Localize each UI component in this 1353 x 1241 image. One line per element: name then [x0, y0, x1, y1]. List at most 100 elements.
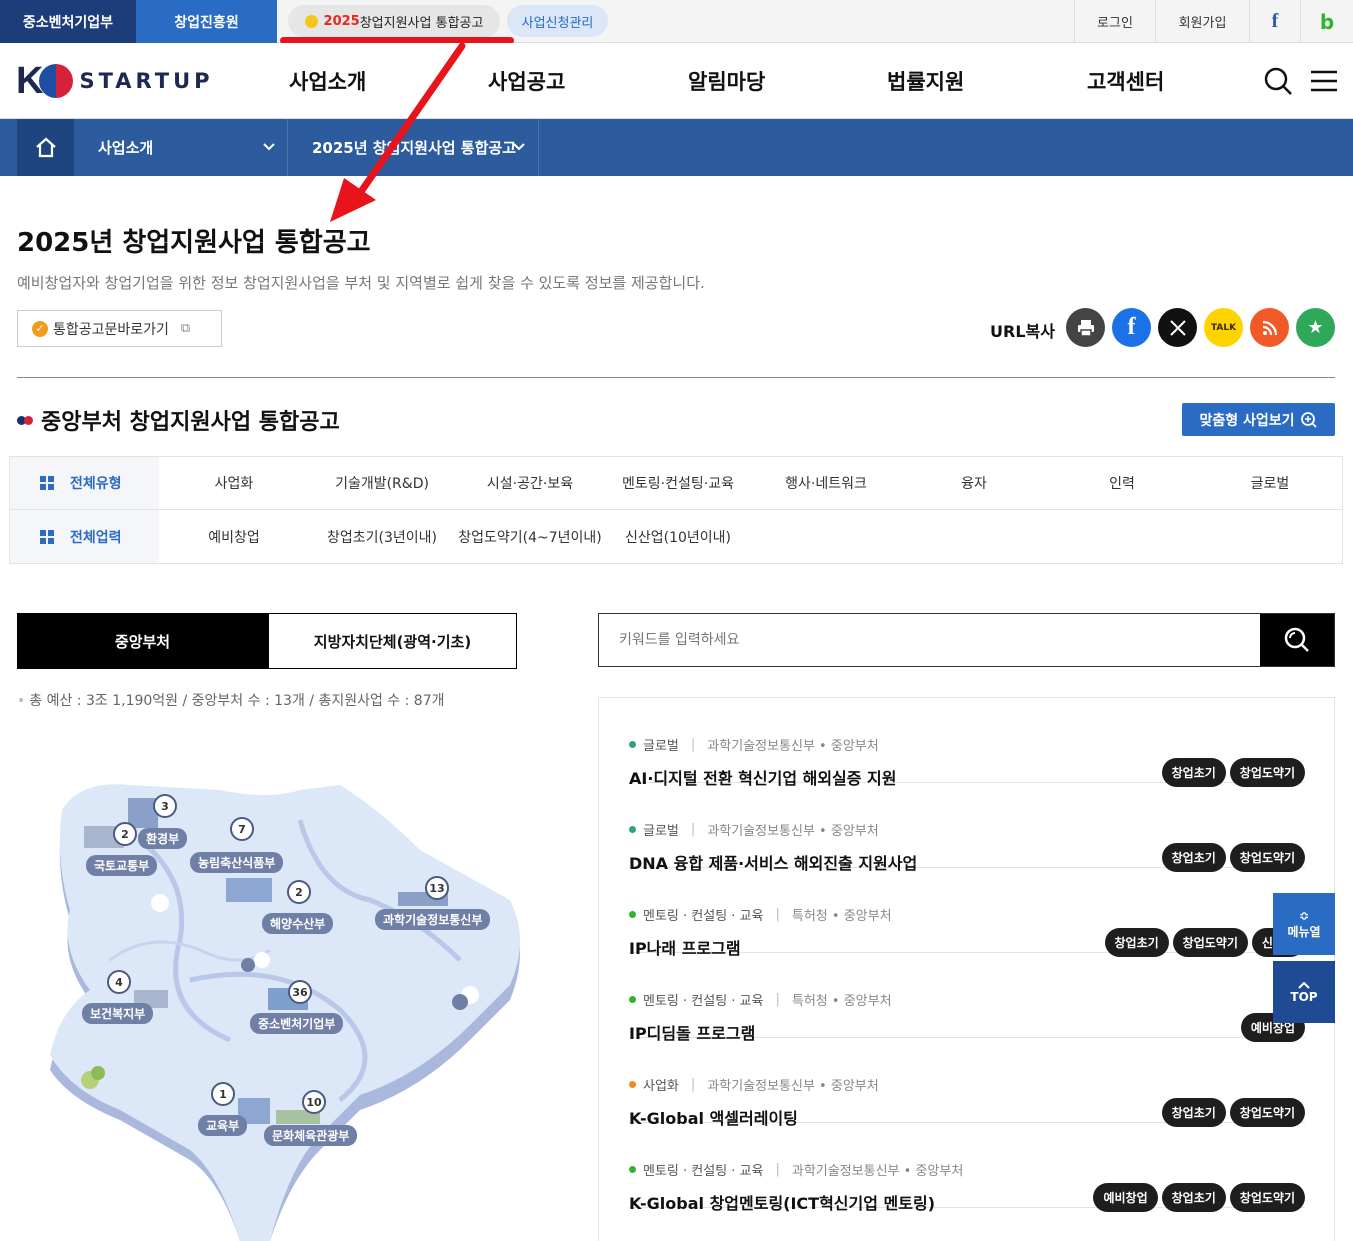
map-label-moe[interactable]: 교육부 — [198, 1115, 248, 1136]
menu-toggle-icon: ≎ — [1298, 908, 1310, 923]
meta-separator: | — [775, 907, 780, 922]
program-meta: 멘토링 · 컨설팅 · 교육 | 특허청 • 중앙부처 — [629, 905, 892, 924]
x-share-icon[interactable] — [1158, 308, 1197, 347]
keyword-search-button[interactable] — [1260, 614, 1334, 666]
program-meta: 멘토링 · 컨설팅 · 교육 | 특허청 • 중앙부처 — [629, 990, 892, 1009]
kakaotalk-share-icon[interactable]: TALK — [1204, 308, 1243, 347]
breadcrumb-level2[interactable]: 2025년 창업지원사업 통합공고 — [288, 119, 539, 176]
type-filter-row: 전체유형 사업화 기술개발(R&D) 시설·공간·보육 멘토링·컨설팅·교육 행… — [10, 457, 1342, 510]
list-item[interactable]: 멘토링 · 컨설팅 · 교육 | 특허청 • 중앙부처 IP나래 프로그램 창업초기 창업… — [629, 868, 1305, 958]
map-label-mohw[interactable]: 보건복지부 — [82, 1003, 154, 1024]
chevron-up-icon — [1298, 981, 1310, 989]
filter-type-global[interactable]: 글로벌 — [1196, 457, 1344, 509]
map-label-mcst[interactable]: 문화체육관광부 — [264, 1125, 358, 1146]
program-category: 멘토링 · 컨설팅 · 교육 — [643, 909, 764, 924]
breadcrumb-level2-label: 2025년 창업지원사업 통합공고 — [312, 139, 516, 157]
kstartup-logo[interactable]: K STARTUP — [16, 59, 214, 103]
stage-filter-all[interactable]: 전체업력 — [10, 510, 159, 563]
map-count-mof: 2 — [287, 880, 311, 904]
breadcrumb-level1[interactable]: 사업소개 — [74, 119, 288, 176]
category-dot-icon — [629, 1081, 636, 1088]
keyword-search — [598, 613, 1335, 667]
rss-icon[interactable] — [1250, 308, 1289, 347]
filter-type-mentoring[interactable]: 멘토링·컨설팅·교육 — [604, 457, 752, 509]
filter-type-facility[interactable]: 시설·공간·보육 — [456, 457, 604, 509]
url-copy-button[interactable]: URL복사 — [990, 318, 1055, 342]
map-count-mss: 36 — [288, 980, 312, 1004]
nav-business-notice[interactable]: 사업공고 — [488, 43, 565, 119]
program-category: 글로벌 — [643, 824, 679, 839]
program-org: 과학기술정보통신부 • 중앙부처 — [707, 739, 879, 754]
bookmark-star-icon[interactable]: ★ — [1296, 308, 1335, 347]
facebook-share-icon[interactable]: f — [1112, 308, 1151, 347]
integrated-notice-pill[interactable]: 2025 창업지원사업 통합공고 — [288, 5, 500, 37]
hamburger-menu-icon[interactable] — [1308, 65, 1340, 97]
map-label-mof[interactable]: 해양수산부 — [262, 913, 334, 934]
map-label-me[interactable]: 환경부 — [138, 828, 188, 849]
tab-central-ministry[interactable]: 중앙부처 — [17, 613, 268, 669]
keyword-search-input[interactable] — [599, 614, 1261, 666]
list-item[interactable]: 글로벌 | 과학기술정보통신부 • 중앙부처 DNA 융합 제품·서비스 해외진출 지… — [629, 783, 1305, 873]
site-link-kised[interactable]: 창업진흥원 — [136, 0, 277, 43]
stage-tag: 창업도약기 — [1229, 1183, 1305, 1212]
lightbulb-icon — [304, 14, 318, 28]
type-filter-all-label: 전체유형 — [70, 476, 122, 492]
program-name[interactable]: K-Global 창업멘토링(ICT혁신기업 멘토링) — [629, 1190, 935, 1214]
page-title: 2025년 창업지원사업 통합공고 — [17, 228, 371, 258]
filter-type-rnd[interactable]: 기술개발(R&D) — [308, 457, 456, 509]
filter-type-commercialization[interactable]: 사업화 — [160, 457, 308, 509]
section-title-text: 중앙부처 창업지원사업 통합공고 — [41, 410, 340, 435]
type-filter-all[interactable]: 전체유형 — [10, 457, 159, 509]
tab-local-government[interactable]: 지방자치단체(광역·기초) — [268, 613, 517, 669]
list-item[interactable]: 글로벌 | 과학기술정보통신부 • 중앙부처 AI·디지털 전환 혁신기업 해외실증 … — [629, 698, 1305, 788]
nav-customer-center[interactable]: 고객센터 — [1087, 43, 1164, 119]
filter-type-loan[interactable]: 융자 — [900, 457, 1048, 509]
map-label-msit[interactable]: 과학기술정보통신부 — [375, 909, 491, 930]
program-meta: 글로벌 | 과학기술정보통신부 • 중앙부처 — [629, 735, 879, 754]
program-category: 글로벌 — [643, 739, 679, 754]
apply-manage-pill[interactable]: 사업신청관리 — [507, 5, 608, 37]
print-icon[interactable] — [1066, 308, 1105, 347]
map-label-molit[interactable]: 국토교통부 — [86, 855, 158, 876]
notice-year: 2025 — [323, 13, 360, 29]
floating-menu-button[interactable]: ≎ 메뉴열 — [1273, 893, 1335, 955]
filter-stage-new-industry[interactable]: 신산업(10년이내) — [604, 510, 752, 563]
list-item[interactable]: 멘토링 · 컨설팅 · 교육 | 특허청 • 중앙부처 IP디딤돌 프로그램 예비창업 — [629, 953, 1305, 1043]
stage-tag: 예비창업 — [1093, 1183, 1158, 1212]
search-icon[interactable] — [1262, 65, 1294, 97]
login-link[interactable]: 로그인 — [1074, 0, 1155, 43]
filter-stage-early[interactable]: 창업초기(3년이내) — [308, 510, 456, 563]
map-count-moe: 1 — [211, 1082, 235, 1106]
map-label-mss[interactable]: 중소벤처기업부 — [250, 1013, 344, 1034]
home-button[interactable] — [17, 119, 74, 176]
map-count-me: 3 — [153, 794, 177, 818]
nav-legal-support[interactable]: 법률지원 — [887, 43, 964, 119]
meta-separator: | — [690, 1077, 696, 1092]
filter-stage-growth[interactable]: 창업도약기(4~7년이내) — [456, 510, 604, 563]
blog-icon[interactable]: b — [1300, 0, 1353, 43]
map-label-mafra[interactable]: 농림축산식품부 — [190, 852, 284, 873]
program-category: 멘토링 · 컨설팅 · 교육 — [643, 994, 764, 1009]
facebook-icon[interactable]: f — [1249, 0, 1300, 43]
nav-notice-board[interactable]: 알림마당 — [688, 43, 765, 119]
custom-business-button[interactable]: 맞춤형 사업보기 — [1182, 403, 1335, 436]
category-dot-icon — [629, 996, 636, 1003]
list-item[interactable]: 멘토링 · 컨설팅 · 교육 | 과학기술정보통신부 • 중앙부처 K-Global … — [629, 1123, 1305, 1213]
budget-summary-text: 총 예산 : 3조 1,190억원 / 중앙부처 수 : 13개 / 총지원사업… — [29, 693, 445, 709]
map-count-mohw: 4 — [107, 970, 131, 994]
notice-document-button[interactable]: ✓ 통합공고문바로가기 ⧉ — [17, 310, 222, 347]
site-link-mss[interactable]: 중소벤처기업부 — [0, 0, 136, 43]
nav-business-intro[interactable]: 사업소개 — [289, 43, 366, 119]
list-item[interactable]: 사업화 | 과학기술정보통신부 • 중앙부처 K-Global 액셀러레이팅 창업초기 창… — [629, 1038, 1305, 1128]
stage-filter-all-label: 전체업력 — [70, 529, 122, 546]
meta-separator: | — [690, 737, 696, 752]
notice-text: 창업지원사업 통합공고 — [359, 15, 484, 31]
signup-link[interactable]: 회원가입 — [1155, 0, 1249, 43]
ministry-map: 국토교통부 2 환경부 3 농림축산식품부 7 해양수산부 2 과학기술정보통신… — [40, 780, 540, 1241]
filter-type-hr[interactable]: 인력 — [1048, 457, 1196, 509]
filter-stage-pre[interactable]: 예비창업 — [160, 510, 308, 563]
scroll-top-button[interactable]: TOP — [1273, 961, 1335, 1023]
meta-separator: | — [690, 822, 696, 837]
main-header: K STARTUP 사업소개 사업공고 알림마당 법률지원 고객센터 — [0, 43, 1353, 119]
filter-type-event[interactable]: 행사·네트워크 — [752, 457, 900, 509]
